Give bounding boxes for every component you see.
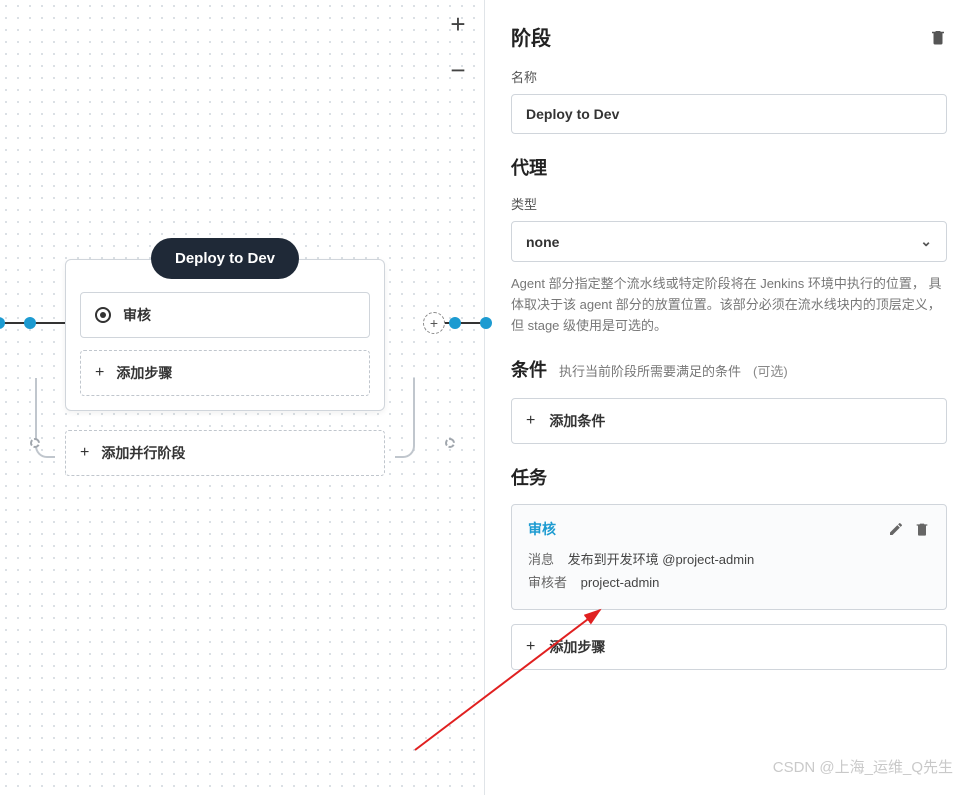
parallel-node-dot — [30, 438, 40, 448]
node-dot — [24, 317, 36, 329]
add-parallel-label: 添加并行阶段 — [101, 443, 185, 463]
task-message-value: 发布到开发环境 @project-admin — [568, 552, 755, 567]
delete-icon[interactable] — [929, 27, 947, 47]
node-dot — [480, 317, 492, 329]
zoom-out-button[interactable]: − — [444, 56, 472, 84]
add-condition-button[interactable]: + 添加条件 — [511, 398, 947, 444]
add-task-step-label: 添加步骤 — [549, 637, 605, 657]
tasks-title: 任务 — [511, 464, 947, 490]
stage-name-input[interactable] — [511, 94, 947, 134]
node-dot — [0, 317, 5, 329]
delete-icon[interactable] — [914, 521, 930, 537]
plus-icon: + — [526, 412, 535, 430]
step-item[interactable]: 审核 — [80, 292, 370, 338]
stage-title-pill[interactable]: Deploy to Dev — [151, 238, 299, 279]
conditions-desc: 执行当前阶段所需要满足的条件 — [559, 361, 741, 380]
add-stage-button[interactable]: + — [423, 312, 445, 334]
zoom-in-button[interactable]: + — [444, 10, 472, 38]
task-reviewer-label: 审核者 — [528, 575, 567, 590]
task-message-label: 消息 — [528, 552, 554, 567]
add-task-step-button[interactable]: + 添加步骤 — [511, 624, 947, 670]
task-reviewer-value: project-admin — [581, 575, 660, 590]
agent-type-select[interactable]: none ⌄ — [511, 221, 947, 262]
agent-section-title: 代理 — [511, 154, 947, 180]
add-parallel-stage-button[interactable]: + 添加并行阶段 — [65, 430, 385, 476]
conditions-title: 条件 — [511, 356, 547, 382]
watermark: CSDN @上海_运维_Q先生 — [773, 756, 953, 777]
plus-icon: + — [80, 444, 89, 462]
agent-help-text: Agent 部分指定整个流水线或特定阶段将在 Jenkins 环境中执行的位置，… — [511, 274, 947, 336]
plus-icon: + — [526, 638, 535, 656]
step-label: 审核 — [123, 305, 151, 325]
chevron-down-icon: ⌄ — [920, 233, 932, 250]
task-name: 审核 — [528, 519, 556, 539]
properties-panel: 阶段 名称 代理 类型 none ⌄ Agent 部分指定整个流水线或特定阶段将… — [485, 0, 973, 795]
agent-type-value: none — [526, 234, 559, 250]
panel-stage-title: 阶段 — [511, 22, 551, 51]
task-card[interactable]: 审核 消息 发布到开发环境 @project-admin 审核者 project… — [511, 504, 947, 610]
parallel-node-dot — [445, 438, 455, 448]
conditions-optional: (可选) — [753, 361, 788, 380]
edit-icon[interactable] — [888, 521, 904, 537]
radio-selected-icon — [95, 307, 111, 323]
add-condition-label: 添加条件 — [549, 411, 605, 431]
pipeline-canvas[interactable]: + − + Deploy to Dev 审核 + 添加步 — [0, 0, 485, 795]
agent-type-label: 类型 — [511, 194, 947, 213]
name-label: 名称 — [511, 67, 947, 86]
node-dot — [449, 317, 461, 329]
